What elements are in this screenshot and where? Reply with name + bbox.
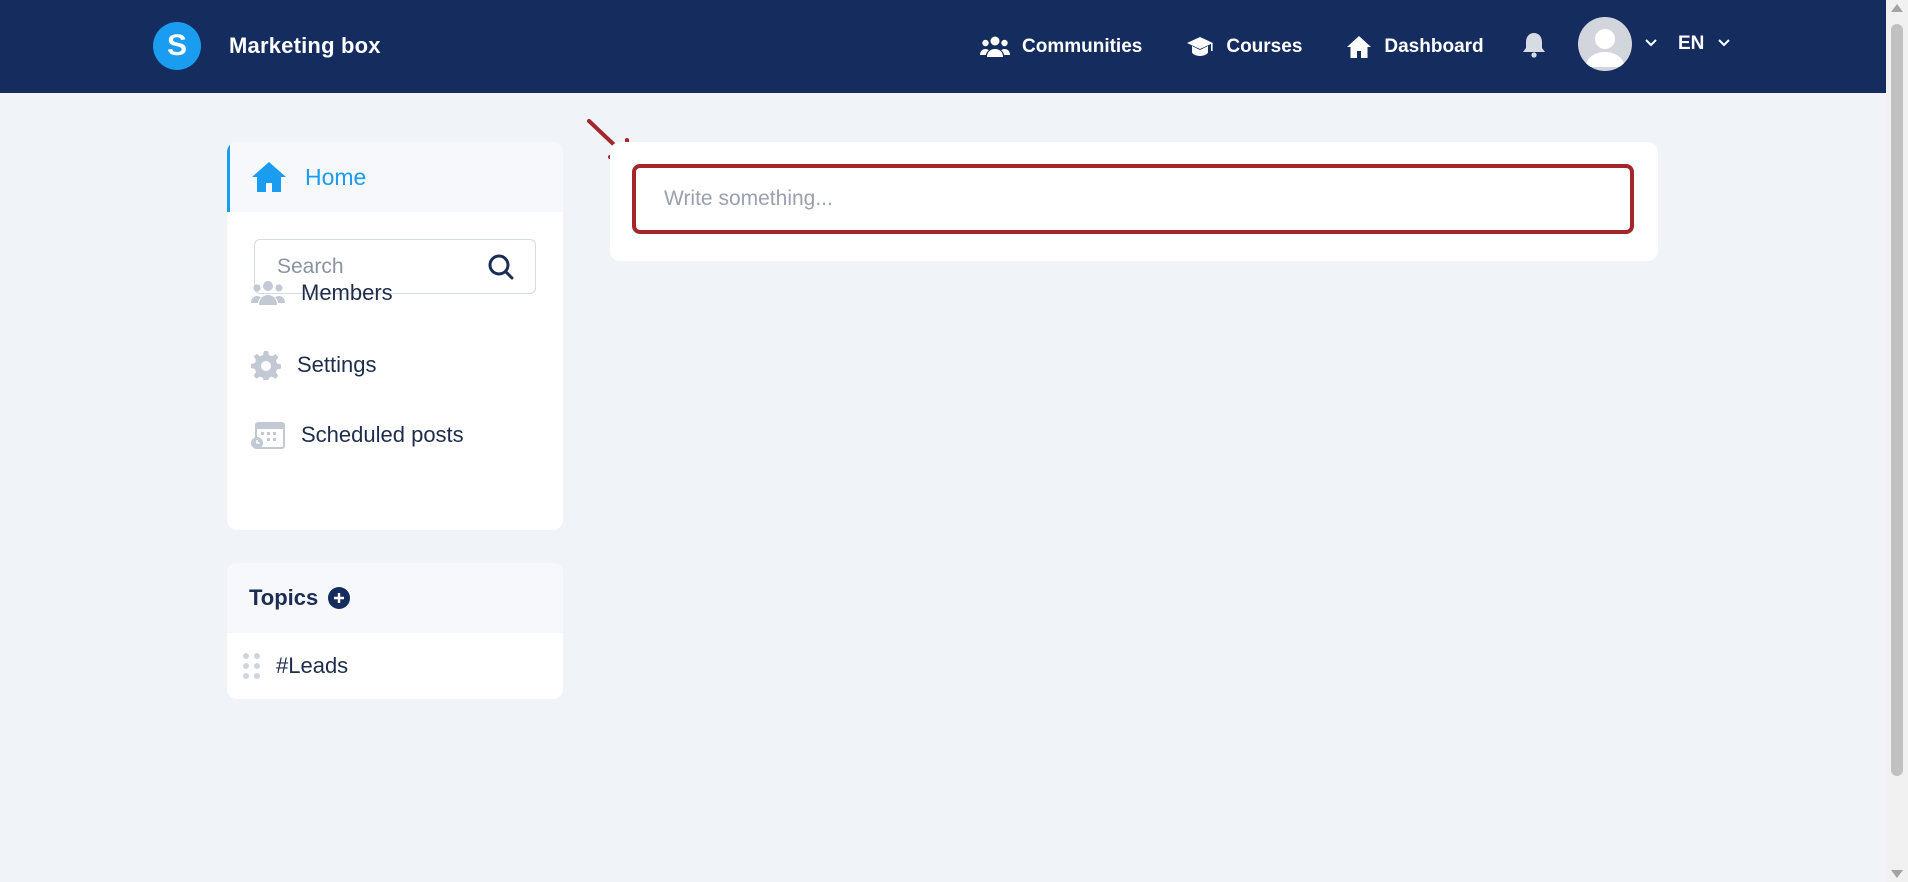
language-selector[interactable]: EN bbox=[1678, 33, 1704, 55]
user-avatar-icon bbox=[1585, 29, 1625, 67]
home-icon bbox=[1347, 35, 1372, 58]
nav-communities-label: Communities bbox=[1022, 35, 1143, 57]
chevron-down-icon[interactable] bbox=[1717, 38, 1731, 47]
brand-name[interactable]: Marketing box bbox=[229, 33, 381, 59]
sidebar-item-scheduled-posts[interactable]: Scheduled posts bbox=[251, 420, 464, 450]
avatar[interactable] bbox=[1578, 17, 1632, 71]
graduation-cap-icon bbox=[1187, 36, 1214, 56]
topics-header: Topics bbox=[227, 563, 563, 633]
add-topic-button[interactable] bbox=[328, 587, 351, 609]
main-nav: Communities Courses Dashboard bbox=[980, 0, 1528, 93]
drag-handle-icon[interactable] bbox=[243, 653, 260, 679]
post-input-wrapper bbox=[632, 164, 1634, 234]
sidebar-item-settings-label: Settings bbox=[297, 352, 377, 377]
scroll-down-icon[interactable] bbox=[1891, 870, 1903, 878]
chevron-down-icon[interactable] bbox=[1644, 38, 1658, 47]
bell-icon[interactable] bbox=[1522, 32, 1546, 58]
topics-title: Topics bbox=[249, 585, 319, 610]
nav-courses-label: Courses bbox=[1226, 35, 1303, 57]
topics-panel: Topics #Leads bbox=[227, 563, 563, 699]
members-icon bbox=[251, 281, 285, 305]
brand-logo[interactable]: S bbox=[153, 22, 201, 70]
sidebar-item-scheduled-posts-label: Scheduled posts bbox=[301, 422, 464, 447]
sidebar-item-members[interactable]: Members bbox=[251, 279, 393, 307]
nav-courses[interactable]: Courses bbox=[1186, 36, 1302, 58]
nav-dashboard-label: Dashboard bbox=[1384, 35, 1484, 57]
gear-icon bbox=[251, 351, 281, 380]
scroll-thumb[interactable] bbox=[1891, 24, 1903, 776]
home-icon bbox=[252, 162, 286, 192]
plus-circle-icon bbox=[328, 587, 351, 609]
sidebar-item-members-label: Members bbox=[301, 280, 393, 305]
search-input[interactable] bbox=[277, 254, 477, 279]
nav-communities[interactable]: Communities bbox=[980, 36, 1142, 58]
sidebar-item-home-label: Home bbox=[305, 163, 367, 190]
scrollbar[interactable] bbox=[1886, 0, 1908, 882]
brand[interactable]: S Marketing box bbox=[153, 22, 381, 70]
post-composer bbox=[610, 142, 1658, 261]
sidebar-menu: Home Members Settings bbox=[227, 142, 563, 530]
topic-item[interactable]: #Leads bbox=[227, 633, 563, 699]
post-input[interactable] bbox=[664, 187, 1604, 211]
scroll-up-icon[interactable] bbox=[1891, 4, 1903, 12]
sidebar-item-home[interactable]: Home bbox=[227, 142, 563, 212]
calendar-clock-icon bbox=[251, 422, 285, 449]
search-icon[interactable] bbox=[487, 253, 515, 281]
users-icon bbox=[980, 36, 1010, 57]
nav-dashboard[interactable]: Dashboard bbox=[1346, 35, 1484, 59]
sidebar-item-settings[interactable]: Settings bbox=[251, 350, 377, 380]
topic-label: #Leads bbox=[276, 653, 349, 678]
top-navbar: S Marketing box Communities Courses Dash… bbox=[0, 0, 1886, 93]
